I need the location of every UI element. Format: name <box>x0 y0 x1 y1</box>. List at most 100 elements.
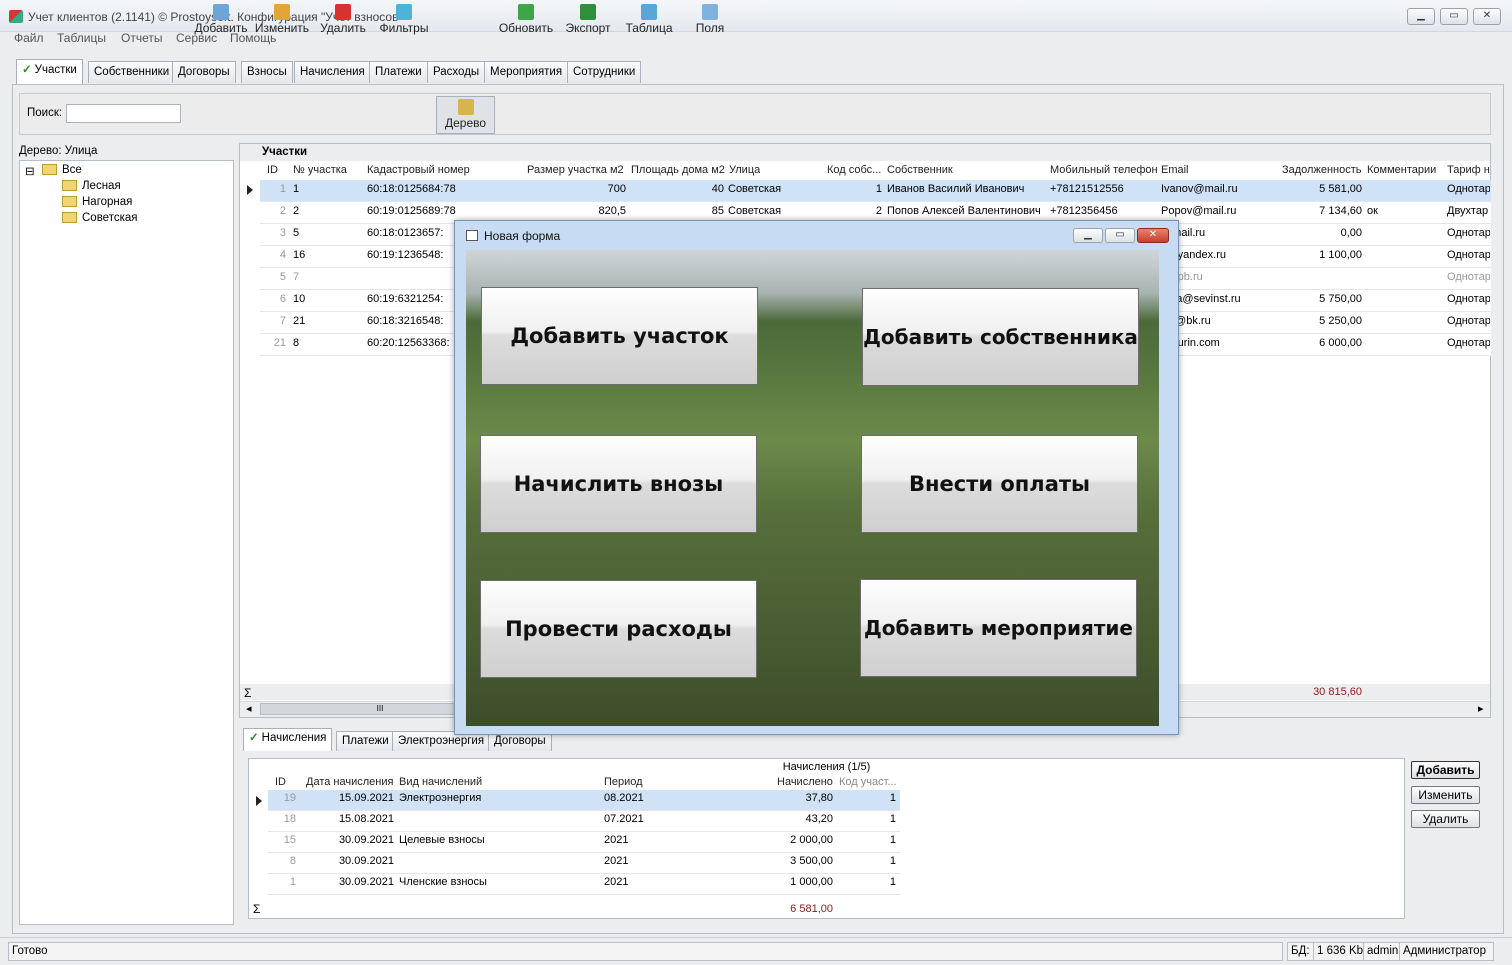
edit-button[interactable]: Изменить <box>253 2 311 40</box>
current-row-icon <box>256 796 262 806</box>
sum-icon: Σ <box>253 902 261 916</box>
delete-icon <box>335 4 351 20</box>
col-phone[interactable]: Мобильный телефон <box>1050 164 1158 176</box>
cell-house: 85 <box>711 205 724 217</box>
col-id[interactable]: ID <box>267 164 278 176</box>
tree-button[interactable]: Дерево <box>436 96 495 134</box>
app-icon <box>9 10 23 23</box>
fields-button[interactable]: Поля <box>690 2 730 40</box>
col-size[interactable]: Размер участка м2 <box>527 164 624 176</box>
scroll-left-icon[interactable]: ◂ <box>246 702 252 715</box>
form-icon <box>466 230 478 241</box>
tab-fees[interactable]: Взносы <box>241 61 293 83</box>
col-email[interactable]: Email <box>1161 164 1189 176</box>
grid-caption: Участки <box>240 144 1490 161</box>
menu-tables[interactable]: Таблицы <box>57 31 106 45</box>
col-comments[interactable]: Комментарии <box>1367 164 1436 176</box>
col-owner[interactable]: Собственник <box>887 164 953 176</box>
tab-payments[interactable]: Платежи <box>369 61 428 83</box>
col-tariff[interactable]: Тариф на <box>1447 164 1490 176</box>
sub-col-period[interactable]: Период <box>604 776 643 788</box>
cell-owner: Иванов Василий Иванович <box>887 183 1025 195</box>
sub-col-id[interactable]: ID <box>275 776 286 788</box>
tree-node-nagornaya[interactable]: Нагорная <box>62 196 132 208</box>
add-owner-button[interactable]: Добавить собственника <box>862 288 1139 386</box>
tab-events[interactable]: Мероприятия <box>484 61 569 83</box>
cell-id: 19 <box>283 792 296 804</box>
folder-icon <box>62 180 77 191</box>
tab-label: Участки <box>34 64 77 76</box>
cell-tariff: Двухтар <box>1447 205 1489 217</box>
search-label: Поиск: <box>27 107 63 119</box>
post-expenses-button[interactable]: Провести расходы <box>480 580 757 678</box>
col-house[interactable]: Площадь дома м2 <box>631 164 725 176</box>
cell-code: 1 <box>889 813 896 825</box>
tab-charges[interactable]: Начисления <box>294 61 371 83</box>
delete-button[interactable]: Удалить <box>318 2 368 40</box>
tab-expenses[interactable]: Расходы <box>427 61 486 83</box>
cell-cad: 60:18:0125684:78 <box>367 183 456 195</box>
tree-expander[interactable]: ⊟ <box>25 164 35 178</box>
dialog-close-button[interactable]: ✕ <box>1137 228 1169 243</box>
dialog-minimize-button[interactable]: ▁ <box>1073 228 1103 243</box>
export-button[interactable]: Экспорт <box>562 2 614 40</box>
add-button[interactable]: Добавить <box>194 2 248 40</box>
filters-button[interactable]: Фильтры <box>377 2 431 40</box>
tab-charges-bottom[interactable]: ✓ Начисления <box>243 728 333 751</box>
add-event-button[interactable]: Добавить мероприятие <box>860 579 1137 677</box>
tree-node-all[interactable]: Все <box>42 164 82 176</box>
col-debt[interactable]: Задолженность <box>1282 164 1362 176</box>
col-cadastre[interactable]: Кадастровый номер <box>367 164 470 176</box>
table-row[interactable]: 19 15.09.2021 Электроэнергия 08.2021 37,80 1 <box>268 790 900 811</box>
search-input[interactable] <box>66 104 181 123</box>
table-row[interactable]: 15 30.09.2021 Целевые взносы 2021 2 000,00 1 <box>268 832 900 853</box>
delete-label: Удалить <box>320 21 366 35</box>
cell-num: 5 <box>293 227 300 239</box>
refresh-icon <box>518 4 534 20</box>
cell-email: Popov@mail.ru <box>1161 205 1237 217</box>
tab-contracts[interactable]: Договоры <box>172 61 236 83</box>
col-street[interactable]: Улица <box>729 164 760 176</box>
cell-num: 7 <box>293 271 300 283</box>
sub-col-type[interactable]: Вид начислений <box>399 776 482 788</box>
add-plot-button[interactable]: Добавить участок <box>481 287 758 385</box>
cell-code: 1 <box>875 183 882 195</box>
table-row[interactable]: 18 15.08.2021 07.2021 43,20 1 <box>268 811 900 832</box>
table-button[interactable]: Таблица <box>622 2 676 40</box>
cell-amount: 1 000,00 <box>790 876 833 888</box>
tab-plots[interactable]: ✓ Участки <box>16 59 83 84</box>
cell-phone: +78121512556 <box>1050 183 1124 195</box>
close-button[interactable]: ✕ <box>1473 8 1501 25</box>
table-row[interactable]: 1 30.09.2021 Членские взносы 2021 1 000,00 1 <box>268 874 900 895</box>
tab-payments-bottom[interactable]: Платежи <box>336 731 395 751</box>
charge-edit-button[interactable]: Изменить <box>1411 786 1480 804</box>
cell-period: 07.2021 <box>604 813 644 825</box>
tree-node-lesnaya[interactable]: Лесная <box>62 180 121 192</box>
menu-reports[interactable]: Отчеты <box>121 31 162 45</box>
sub-col-date[interactable]: Дата начисления <box>306 776 393 788</box>
maximize-button[interactable]: ▭ <box>1440 8 1468 25</box>
charge-delete-button[interactable]: Удалить <box>1411 810 1480 828</box>
col-num[interactable]: № участка <box>293 164 347 176</box>
user-name: admin <box>1363 942 1403 961</box>
charge-add-button[interactable]: Добавить <box>1411 761 1480 779</box>
table-row[interactable]: 1 1 60:18:0125684:78 700 40 Советская 1 Иванов … <box>260 180 1491 202</box>
col-owner-code[interactable]: Код собс... <box>827 164 883 176</box>
charge-fees-button[interactable]: Начислить внозы <box>480 435 757 533</box>
table-row[interactable]: 8 30.09.2021 2021 3 500,00 1 <box>268 853 900 874</box>
minimize-button[interactable]: ▁ <box>1407 8 1435 25</box>
sub-col-code[interactable]: Код участ... <box>839 776 897 788</box>
enter-payments-button[interactable]: Внести оплаты <box>861 435 1138 533</box>
scroll-right-icon[interactable]: ▸ <box>1478 702 1484 715</box>
tree-node-sovetskaya[interactable]: Советская <box>62 212 138 224</box>
menu-file[interactable]: Файл <box>14 31 44 45</box>
tab-employees[interactable]: Сотрудники <box>567 61 642 83</box>
sub-col-amount[interactable]: Начислено <box>777 776 833 788</box>
tab-owners[interactable]: Собственники <box>88 61 176 83</box>
check-icon: ✓ <box>249 732 259 744</box>
cell-tariff: Однотар <box>1447 249 1490 261</box>
cell-code: 1 <box>889 876 896 888</box>
dialog-maximize-button[interactable]: ▭ <box>1105 228 1135 243</box>
folder-icon <box>62 212 77 223</box>
refresh-button[interactable]: Обновить <box>497 2 555 40</box>
